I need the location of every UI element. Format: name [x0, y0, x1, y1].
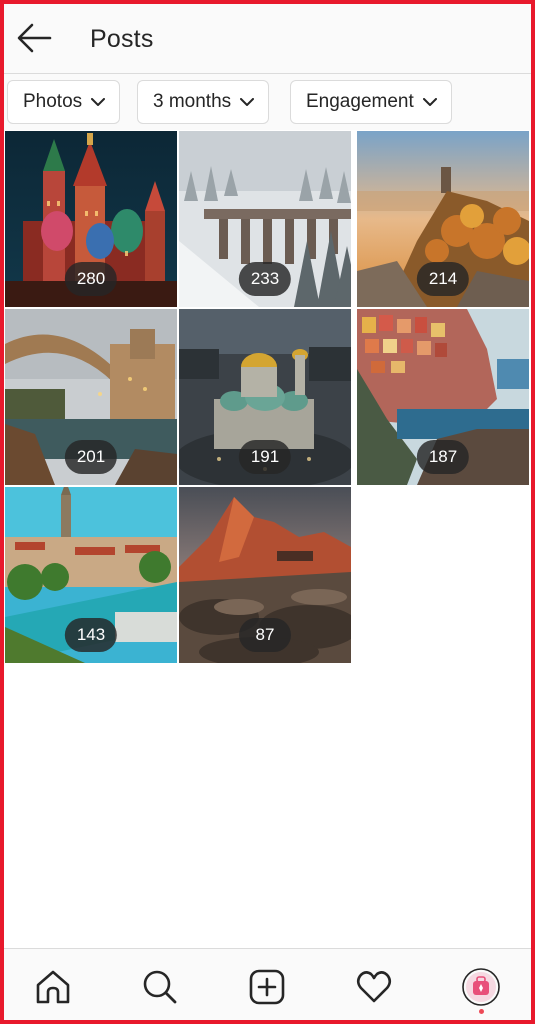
post-thumbnail[interactable]: 201 — [5, 309, 177, 485]
chevron-down-icon — [240, 97, 255, 106]
engagement-count-badge: 187 — [416, 440, 470, 474]
top-bar: Posts — [4, 4, 531, 74]
post-thumbnail[interactable]: 143 — [5, 487, 177, 663]
post-thumbnail[interactable]: 280 — [5, 131, 177, 307]
post-thumbnail[interactable]: 87 — [179, 487, 351, 663]
engagement-count-badge: 280 — [64, 262, 118, 296]
post-thumbnail[interactable]: 214 — [357, 131, 529, 307]
nav-profile-button[interactable] — [461, 967, 501, 1014]
nav-add-post-button[interactable] — [247, 967, 287, 1007]
chevron-down-icon — [422, 97, 437, 106]
arrow-left-icon — [17, 23, 52, 53]
add-post-icon — [249, 969, 285, 1005]
engagement-count-badge: 143 — [64, 618, 118, 652]
engagement-count-badge: 191 — [238, 440, 292, 474]
notification-dot — [479, 1009, 484, 1014]
back-button[interactable] — [14, 20, 54, 56]
bottom-nav — [4, 948, 531, 1020]
filter-type-dropdown[interactable]: Photos — [7, 80, 121, 124]
filter-metric-label: Engagement — [306, 91, 414, 112]
chevron-down-icon — [91, 97, 106, 106]
filter-bar: Photos 3 months Engagement — [4, 74, 531, 130]
nav-search-button[interactable] — [140, 967, 180, 1007]
filter-period-dropdown[interactable]: 3 months — [137, 80, 270, 124]
post-thumbnail[interactable]: 191 — [179, 309, 351, 485]
filter-period-label: 3 months — [153, 91, 232, 112]
profile-avatar-icon — [462, 968, 500, 1006]
heart-icon — [356, 971, 392, 1003]
filter-metric-dropdown[interactable]: Engagement — [290, 80, 452, 124]
page-title: Posts — [90, 25, 154, 53]
nav-home-button[interactable] — [33, 967, 73, 1007]
nav-activity-button[interactable] — [354, 967, 394, 1007]
search-icon — [143, 970, 177, 1004]
engagement-count-badge: 233 — [238, 262, 292, 296]
engagement-count-badge: 214 — [416, 262, 470, 296]
post-thumbnail[interactable]: 233 — [179, 131, 351, 307]
engagement-count-badge: 201 — [64, 440, 118, 474]
home-icon — [36, 970, 70, 1004]
post-thumbnail[interactable]: 187 — [357, 309, 529, 485]
filter-type-label: Photos — [23, 91, 83, 112]
engagement-count-badge: 87 — [239, 618, 291, 652]
